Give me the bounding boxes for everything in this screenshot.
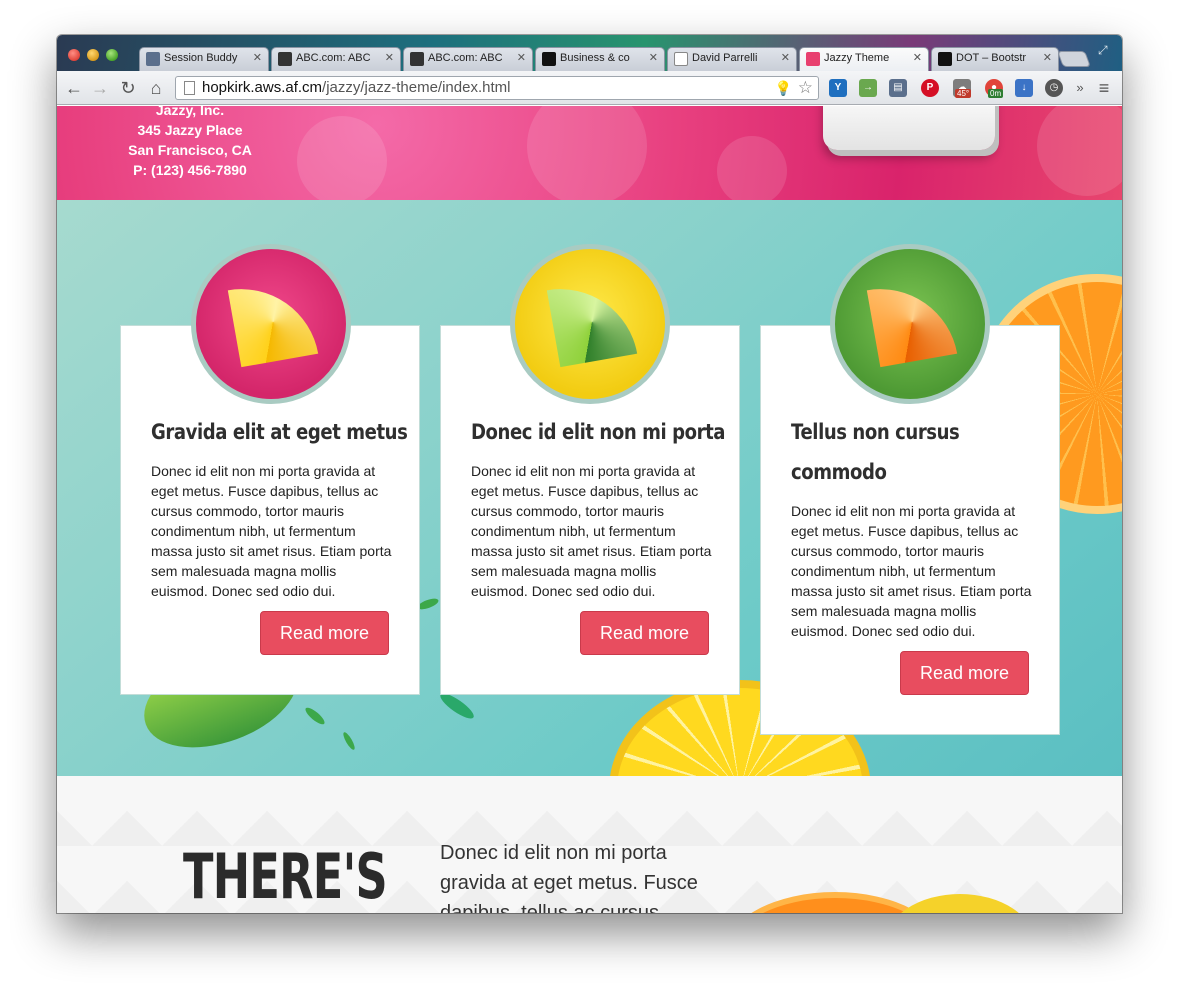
more-extensions-icon[interactable]: » [1069,77,1091,99]
bookmark-star-icon[interactable]: ☆ [798,77,813,99]
card-title: Tellus non cursus [791,420,960,444]
window-close-button[interactable] [68,49,80,61]
tab-label: Business & co [560,52,630,64]
card-body: Donec id elit non mi porta gravida at eg… [791,503,1032,639]
read-more-button[interactable]: Read more [580,611,709,655]
orange-badge [830,244,990,404]
tab-label: DOT – Bootstr [956,52,1027,64]
w-icon [542,52,556,66]
tab-close-icon[interactable]: ✕ [649,51,658,64]
lightbulb-icon[interactable]: 💡 [775,77,792,99]
lime-badge [510,244,670,404]
forward-arrow-icon[interactable]: → [89,77,111,99]
card-title: Donec id elit non mi porta [471,420,726,444]
card-body: Donec id elit non mi porta gravida at eg… [471,463,712,599]
jazzy-icon [806,52,820,66]
menu-icon[interactable]: ≡ [1093,77,1115,99]
bokeh-decoration [297,116,387,206]
share-extension-icon[interactable]: → [859,79,877,97]
window-minimize-button[interactable] [87,49,99,61]
orange-slice-icon [866,276,958,368]
url-path: /jazzy/jazz-theme/index.html [322,79,511,96]
back-arrow-icon[interactable]: ← [63,77,85,99]
w-icon [938,52,952,66]
tab-david-parrelli[interactable]: David Parrelli ✕ [667,47,797,71]
weather-badge: 45° [955,89,972,98]
page-icon [184,81,195,95]
hero-section: Jazzy, Inc. 345 Jazzy Place San Francisc… [57,106,1122,206]
abc-icon [278,52,292,66]
address-bar[interactable]: hopkirk.aws.af.cm/jazzy/jazz-theme/index… [175,76,819,100]
tab-close-icon[interactable]: ✕ [1043,51,1052,64]
lemon-badge [191,244,351,404]
window-zoom-button[interactable] [106,49,118,61]
intro-section: THERE'S Donec id elit non mi porta gravi… [57,776,1122,913]
pinterest-icon[interactable]: P [921,79,939,97]
document-icon [674,52,688,66]
home-icon[interactable]: ⌂ [145,77,167,99]
features-section: Gravida elit at eget metus Donec id elit… [57,200,1122,776]
tab-label: ABC.com: ABC [296,52,371,64]
tab-strip: Session Buddy ✕ ABC.com: ABC ✕ ABC.com: … [57,35,1122,71]
tab-jazzy-theme[interactable]: Jazzy Theme ✕ [799,47,929,71]
tab-close-icon[interactable]: ✕ [913,51,922,64]
session-buddy-extension-icon[interactable]: ▤ [889,79,907,97]
session-buddy-icon [146,52,160,66]
url-host: hopkirk.aws.af.cm [202,79,323,96]
bokeh-decoration [1037,106,1122,196]
timer-badge: 0m [988,89,1004,98]
card-title: commodo [791,460,887,484]
tab-close-icon[interactable]: ✕ [781,51,790,64]
device-illustration [823,106,995,150]
tab-label: ABC.com: ABC [428,52,503,64]
section-heading: THERE'S [183,840,388,913]
tab-label: Jazzy Theme [824,52,890,64]
reload-icon[interactable]: ↻ [117,77,139,99]
fullscreen-icon[interactable]: ⤢ [1098,43,1112,57]
new-tab-button[interactable] [1057,51,1091,67]
tab-close-icon[interactable]: ✕ [253,51,262,64]
address-line: 345 Jazzy Place [137,122,243,138]
browser-toolbar: ← → ↻ ⌂ hopkirk.aws.af.cm/jazzy/jazz-the… [57,71,1122,105]
intro-text: Donec id elit non mi porta gravida at eg… [440,842,698,913]
address-line: Jazzy, Inc. [155,106,225,118]
tab-close-icon[interactable]: ✕ [385,51,394,64]
lemon-decoration [885,894,1035,913]
page-viewport: Jazzy, Inc. 345 Jazzy Place San Francisc… [57,106,1122,913]
tab-abc-2[interactable]: ABC.com: ABC ✕ [403,47,533,71]
address-line: San Francisco, CA [128,142,252,158]
read-more-button[interactable]: Read more [900,651,1029,695]
tab-close-icon[interactable]: ✕ [517,51,526,64]
abc-icon [410,52,424,66]
card-title: Gravida elit at eget metus [151,420,408,444]
tab-business[interactable]: Business & co ✕ [535,47,665,71]
lime-slice-icon [546,276,638,368]
tab-abc-1[interactable]: ABC.com: ABC ✕ [271,47,401,71]
tab-label: Session Buddy [164,52,238,64]
tab-session-buddy[interactable]: Session Buddy ✕ [139,47,269,71]
clock-icon[interactable]: ◷ [1045,79,1063,97]
browser-window: Session Buddy ✕ ABC.com: ABC ✕ ABC.com: … [57,35,1122,913]
y-extension-icon[interactable]: Y [829,79,847,97]
address-line: P: (123) 456-7890 [133,162,247,178]
download-icon[interactable]: ↓ [1015,79,1033,97]
tab-dot-bootstrap[interactable]: DOT – Bootstr ✕ [931,47,1059,71]
bokeh-decoration [527,106,647,206]
company-address: Jazzy, Inc. 345 Jazzy Place San Francisc… [117,106,263,180]
tab-label: David Parrelli [692,52,758,64]
read-more-button[interactable]: Read more [260,611,389,655]
card-body: Donec id elit non mi porta gravida at eg… [151,463,392,599]
lemon-slice-icon [227,276,319,368]
bokeh-decoration [717,136,787,206]
juice-splash [341,730,357,752]
juice-splash [303,705,327,727]
